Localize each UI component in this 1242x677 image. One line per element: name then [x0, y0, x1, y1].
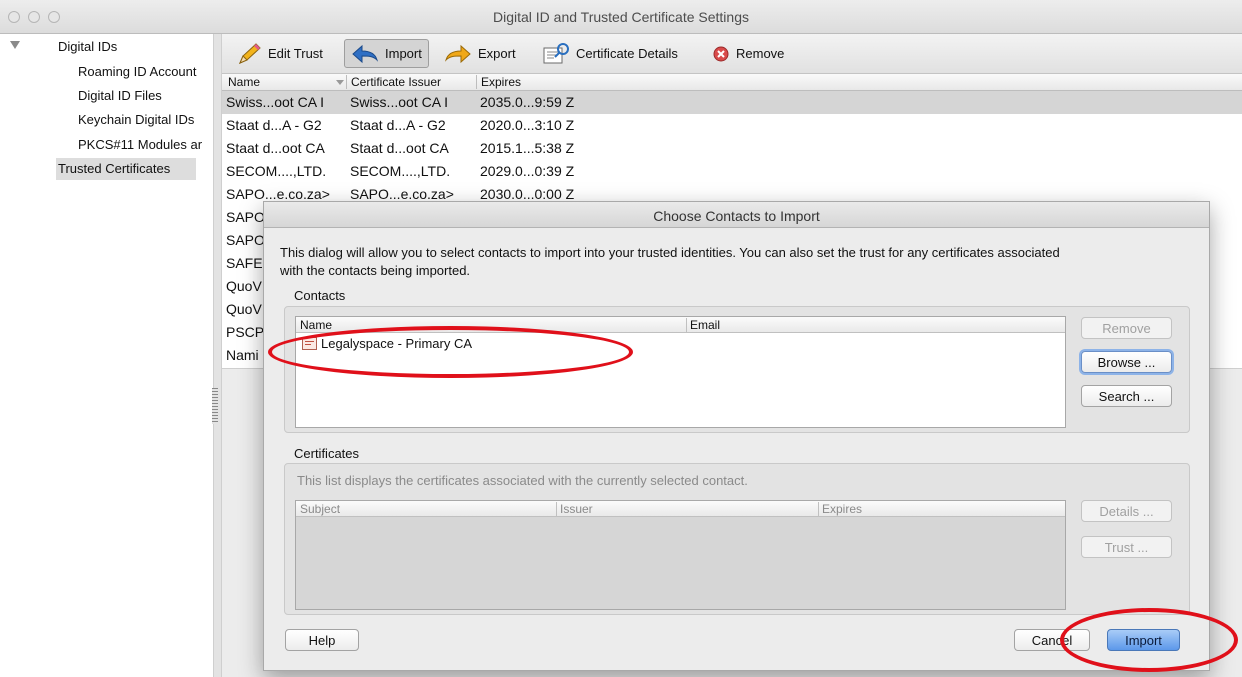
certificates-column-issuer[interactable]: Issuer — [556, 502, 593, 516]
trust-button[interactable]: Trust ... — [1081, 536, 1172, 558]
search-button[interactable]: Search ... — [1081, 385, 1172, 407]
cell-expires: 2035.0...9:59 Z — [480, 94, 575, 110]
remove-toolbar-label: Remove — [736, 46, 785, 61]
cell-issuer: Swiss...oot CA I — [350, 94, 449, 110]
certificate-details-button[interactable]: Certificate Details — [536, 39, 684, 68]
remove-toolbar-button[interactable]: Remove — [706, 39, 790, 68]
splitter-grip-icon[interactable] — [212, 388, 218, 424]
dialog-description-line-1: This dialog will allow you to select con… — [280, 245, 1060, 260]
dialog-titlebar: Choose Contacts to Import — [264, 202, 1209, 228]
import-toolbar-button[interactable]: Import — [344, 39, 429, 68]
cell-name: Staat d...A - G2 — [226, 117, 322, 133]
remove-contact-button[interactable]: Remove — [1081, 317, 1172, 339]
edit-trust-label: Edit Trust — [268, 46, 323, 61]
split-pane-divider[interactable] — [214, 34, 222, 677]
sidebar-item-keychain-digital-ids[interactable]: Keychain Digital IDs — [78, 112, 212, 127]
choose-contacts-dialog: Choose Contacts to Import This dialog wi… — [263, 201, 1210, 671]
cell-name: SAPO...e.co.za> — [226, 186, 330, 202]
contacts-group: Name Email Legalyspace - Primary CA Remo… — [284, 306, 1190, 433]
table-row[interactable]: SECOM....,LTD. SECOM....,LTD. 2029.0...0:3… — [222, 160, 1242, 183]
cancel-button[interactable]: Cancel — [1014, 629, 1090, 651]
sidebar-tree: Digital IDs Roaming ID Account Digital I… — [0, 34, 214, 677]
certificates-list-header: Subject Issuer Expires — [296, 501, 1065, 517]
certificates-description: This list displays the certificates asso… — [297, 473, 748, 488]
sidebar-item-pkcs11-modules[interactable]: PKCS#11 Modules ar — [78, 137, 212, 152]
export-button[interactable]: Export — [438, 39, 522, 68]
cell-expires: 2015.1...5:38 Z — [480, 140, 575, 156]
cell-issuer: Staat d...A - G2 — [350, 117, 446, 133]
certificates-list[interactable]: Subject Issuer Expires — [295, 500, 1066, 610]
help-button[interactable]: Help — [285, 629, 359, 651]
sidebar-item-digital-ids[interactable]: Digital IDs — [58, 39, 208, 54]
cell-issuer: SAPO...e.co.za> — [350, 186, 454, 202]
table-row[interactable]: Swiss...oot CA I Swiss...oot CA I 2035.0..… — [222, 91, 1242, 114]
contacts-list[interactable]: Name Email Legalyspace - Primary CA — [295, 316, 1066, 428]
export-label: Export — [478, 46, 516, 61]
contacts-list-header: Name Email — [296, 317, 1065, 333]
contacts-group-label: Contacts — [294, 288, 346, 303]
cell-issuer: SECOM....,LTD. — [350, 163, 451, 179]
export-arrow-icon — [444, 44, 471, 63]
sidebar-item-roaming-id-account[interactable]: Roaming ID Account — [78, 64, 212, 79]
dialog-description-line-2: with the contacts being imported. — [280, 263, 471, 278]
details-button[interactable]: Details ... — [1081, 500, 1172, 522]
toolbar: Edit Trust Import Export Certificate Det… — [222, 34, 1242, 74]
window-title: Digital ID and Trusted Certificate Setti… — [492, 9, 749, 25]
cell-issuer: Staat d...oot CA — [350, 140, 449, 156]
cell-expires: 2030.0...0:00 Z — [480, 186, 575, 202]
import-toolbar-label: Import — [385, 46, 422, 61]
certificates-column-expires[interactable]: Expires — [818, 502, 862, 516]
import-arrow-icon — [352, 44, 379, 63]
browse-button[interactable]: Browse ... — [1081, 351, 1172, 373]
cell-name: SECOM....,LTD. — [226, 163, 327, 179]
sidebar-item-trusted-certificates[interactable]: Trusted Certificates — [56, 158, 196, 180]
remove-x-icon — [713, 46, 729, 61]
disclosure-triangle-icon[interactable] — [10, 41, 20, 49]
certificates-column-subject[interactable]: Subject — [300, 502, 340, 516]
cell-name: Swiss...oot CA I — [226, 94, 325, 110]
contact-certificate-icon — [302, 337, 317, 350]
table-row[interactable]: Staat d...A - G2 Staat d...A - G2 2020.0..… — [222, 114, 1242, 137]
table-row[interactable]: Staat d...oot CA Staat d...oot CA 2015.1..… — [222, 137, 1242, 160]
certificate-details-label: Certificate Details — [576, 46, 678, 61]
table-header: Name Certificate Issuer Expires — [222, 74, 1242, 91]
sidebar-item-digital-id-files[interactable]: Digital ID Files — [78, 88, 212, 103]
dialog-title: Choose Contacts to Import — [653, 208, 820, 224]
certificate-details-icon — [543, 42, 569, 63]
list-item[interactable]: Legalyspace - Primary CA — [302, 336, 472, 351]
contact-name: Legalyspace - Primary CA — [321, 336, 472, 351]
window-titlebar: Digital ID and Trusted Certificate Setti… — [0, 0, 1242, 34]
import-button[interactable]: Import — [1107, 629, 1180, 651]
contacts-column-name[interactable]: Name — [300, 318, 332, 332]
column-header-expires[interactable]: Expires — [476, 75, 521, 89]
sort-descending-icon — [336, 80, 344, 85]
contacts-column-email[interactable]: Email — [686, 318, 720, 332]
pencil-icon — [239, 42, 261, 64]
cell-expires: 2020.0...3:10 Z — [480, 117, 575, 133]
column-header-name[interactable]: Name — [228, 75, 260, 89]
edit-trust-button[interactable]: Edit Trust — [230, 39, 329, 68]
column-header-certificate-issuer[interactable]: Certificate Issuer — [346, 75, 441, 89]
cell-name: Staat d...oot CA — [226, 140, 325, 156]
certificates-group-label: Certificates — [294, 446, 360, 461]
certificates-group: This list displays the certificates asso… — [284, 463, 1190, 615]
cell-expires: 2029.0...0:39 Z — [480, 163, 575, 179]
